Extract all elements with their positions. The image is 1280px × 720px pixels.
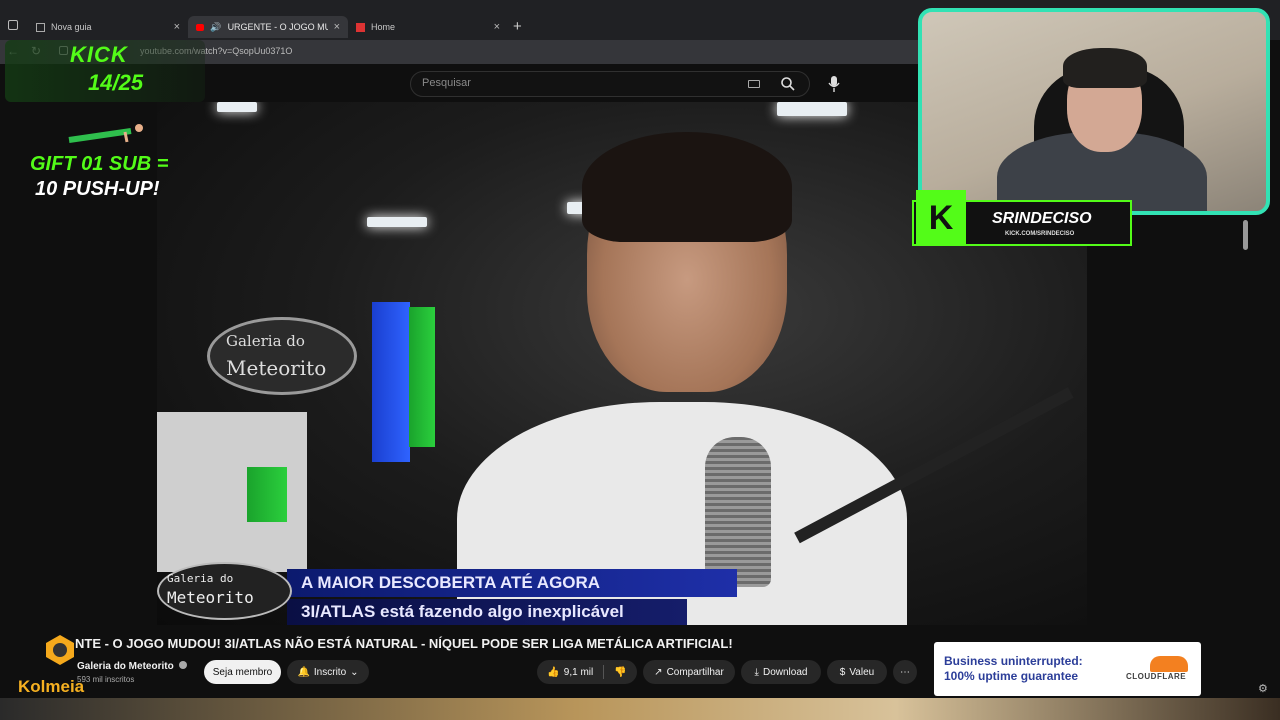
thanks-button[interactable]: $ Valeu — [827, 660, 887, 684]
ad-brand: CLOUDFLARE — [1126, 672, 1187, 681]
bell-icon: 🔔 — [297, 666, 310, 678]
thanks-icon: $ — [839, 666, 846, 678]
channel-name-text: Galeria do Meteorito — [77, 661, 174, 672]
tab-label: Nova guia — [51, 22, 92, 32]
video-title: NTE - O JOGO MUDOU! 3I/ATLAS NÃO ESTÁ NA… — [75, 636, 733, 651]
microphone — [705, 437, 771, 587]
search-placeholder: Pesquisar — [422, 77, 471, 89]
streamer-name: SRINDECISO — [992, 210, 1092, 227]
kolmeia-watermark: Kolmeia — [18, 677, 85, 696]
streamer-hair — [1063, 48, 1147, 88]
tab-label: URGENTE - O JOGO MUDOU — [227, 22, 328, 32]
subscribed-button[interactable]: 🔔 Inscrito ⌄ — [287, 660, 369, 684]
chevron-down-icon: ⌄ — [350, 666, 359, 678]
settings-icon[interactable]: ⚙ — [1258, 682, 1268, 695]
divider — [603, 665, 605, 679]
tab-new-tab[interactable]: Nova guia × — [28, 16, 188, 38]
tab-video[interactable]: 🔊 URGENTE - O JOGO MUDOU × — [188, 16, 348, 38]
like-dislike-group[interactable]: 👍 9,1 mil 👎 — [537, 660, 637, 684]
channel-name[interactable]: Galeria do Meteorito — [77, 661, 188, 672]
lower-third-logo-line2: Meteorito — [167, 588, 254, 607]
tab-label: Home — [371, 22, 396, 32]
gift-sub-rule: GIFT 01 SUB = — [30, 153, 169, 175]
desktop-background — [0, 698, 1280, 720]
kick-logo: KICK — [70, 42, 128, 67]
scrollbar[interactable] — [1243, 220, 1248, 250]
speaker-icon[interactable]: 🔊 — [210, 22, 221, 33]
webcam-feed — [918, 8, 1270, 215]
verified-icon — [179, 661, 188, 669]
studio-light — [777, 102, 847, 116]
page-icon — [36, 22, 45, 32]
lower-third-subtitle: 3I/ATLAS está fazendo algo inexplicável — [301, 602, 624, 621]
close-icon[interactable]: × — [494, 21, 500, 33]
search-icon[interactable] — [780, 76, 796, 97]
studio-logo-line2: Meteorito — [226, 356, 327, 380]
close-icon[interactable]: × — [174, 21, 180, 33]
download-button[interactable]: ⤓ Download — [741, 660, 821, 684]
cloud-logo-icon — [1150, 656, 1188, 672]
lower-third-logo-line1: Galeria do — [167, 572, 234, 585]
share-button[interactable]: ↗ Compartilhar — [643, 660, 735, 684]
download-label: Download — [762, 666, 808, 678]
thanks-label: Valeu — [849, 666, 875, 678]
lower-third-logo: Galeria do Meteorito — [157, 562, 292, 620]
kick-k-icon: K — [916, 190, 966, 246]
like-icon[interactable]: 👍 — [547, 667, 559, 678]
avatar[interactable] — [44, 634, 76, 666]
share-label: Compartilhar — [666, 666, 724, 678]
green-panel — [409, 307, 435, 447]
close-icon[interactable]: × — [334, 21, 340, 33]
subscribed-label: Inscrito — [313, 666, 347, 678]
join-label: Seja membro — [212, 666, 273, 678]
blue-panel — [372, 302, 410, 462]
host-hair — [582, 132, 792, 242]
green-block — [247, 467, 287, 522]
new-tab-button[interactable]: + — [513, 18, 522, 35]
share-icon: ↗ — [654, 666, 663, 678]
youtube-icon — [196, 23, 205, 31]
kick-icon — [356, 22, 365, 32]
pushup-figure-icon — [65, 122, 145, 144]
studio-light — [367, 217, 427, 227]
microphone-icon[interactable] — [827, 75, 841, 98]
more-actions-button[interactable]: ⋯ — [893, 660, 917, 684]
join-button[interactable]: Seja membro — [204, 660, 281, 684]
pushup-rule: 10 PUSH-UP! — [35, 178, 160, 200]
studio-logo: Galeria do Meteorito — [207, 317, 357, 395]
more-icon: ⋯ — [900, 666, 910, 678]
dislike-icon[interactable]: 👎 — [614, 667, 626, 678]
tab-home[interactable]: Home × — [348, 16, 508, 38]
streamer-url: KICK.COM/SRINDECISO — [1005, 231, 1075, 237]
tab-list-icon[interactable] — [8, 20, 18, 30]
like-count: 9,1 mil — [563, 666, 594, 678]
download-icon: ⤓ — [754, 666, 759, 678]
studio-light — [217, 102, 257, 112]
subscriber-count: 593 mil inscritos — [77, 675, 135, 684]
keyboard-icon[interactable] — [748, 80, 760, 88]
lower-third-headline: A MAIOR DESCOBERTA ATÉ AGORA — [301, 573, 601, 592]
ad-text: Business uninterrupted: 100% uptime guar… — [944, 654, 1083, 683]
studio-logo-line1: Galeria do — [226, 332, 305, 350]
sub-goal-counter: 14/25 — [88, 70, 144, 95]
